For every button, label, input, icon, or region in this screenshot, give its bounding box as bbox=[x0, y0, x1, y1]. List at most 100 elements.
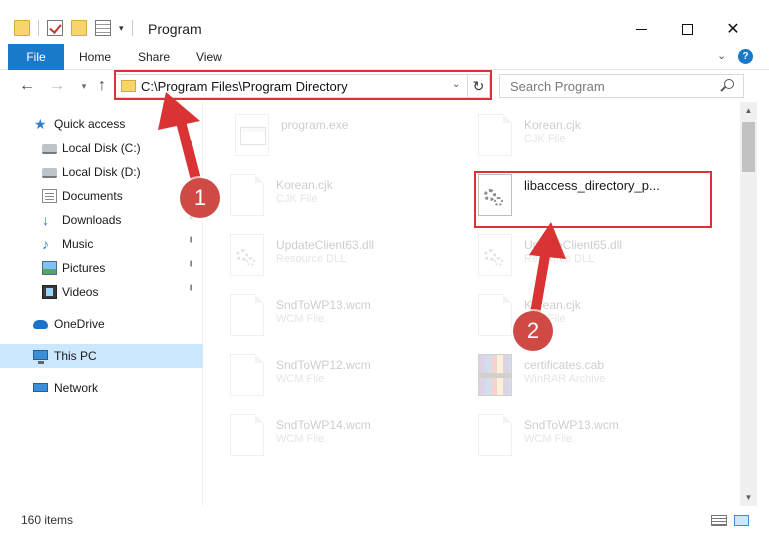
file-item[interactable]: SndToWP13.wcm WCM File bbox=[230, 288, 470, 342]
tab-view[interactable]: View bbox=[184, 44, 234, 70]
file-item[interactable]: UpdateClient65.dll Resource DLL bbox=[478, 228, 718, 282]
quick-access-toolbar: ▾ bbox=[14, 18, 133, 38]
file-name: SndToWP12.wcm bbox=[276, 358, 371, 372]
file-name: SndToWP13.wcm bbox=[276, 298, 371, 312]
sidebar-item-pictures[interactable]: Pictures ╹ bbox=[0, 256, 203, 280]
file-item[interactable]: SndToWP13.wcm WCM File bbox=[478, 408, 718, 462]
file-item[interactable]: SndToWP12.wcm WCM File bbox=[230, 348, 470, 402]
file-item[interactable]: certificates.cab WinRAR Archive bbox=[478, 348, 718, 402]
toolbar-divider bbox=[131, 20, 133, 36]
network-icon bbox=[33, 383, 48, 392]
document-icon bbox=[230, 414, 264, 456]
documents-icon bbox=[42, 189, 57, 203]
pin-icon[interactable]: ╹ bbox=[188, 142, 194, 153]
step-badge-1: 1 bbox=[180, 178, 220, 218]
file-item[interactable]: Korean.cjk CJK File bbox=[230, 168, 470, 222]
file-type: WinRAR Archive bbox=[524, 373, 606, 385]
sidebar-item-label: Music bbox=[62, 237, 94, 251]
videos-icon bbox=[42, 285, 57, 299]
minimize-button[interactable] bbox=[618, 14, 664, 44]
scroll-up-arrow-icon[interactable]: ▲ bbox=[740, 102, 757, 119]
scroll-down-arrow-icon[interactable]: ▼ bbox=[740, 489, 757, 506]
file-type: Resource DLL bbox=[524, 253, 595, 265]
file-highlight-box bbox=[474, 171, 712, 228]
sidebar-item-downloads[interactable]: ↓ Downloads ╹ bbox=[0, 208, 203, 232]
downloads-icon: ↓ bbox=[42, 212, 49, 228]
chevron-down-icon[interactable]: ▾ bbox=[119, 23, 124, 34]
sidebar-item-quick-access[interactable]: ★ Quick access bbox=[0, 112, 203, 136]
title-bar: ▾ Program ✕ bbox=[0, 0, 769, 44]
search-icon[interactable] bbox=[724, 79, 734, 89]
file-name: certificates.cab bbox=[524, 358, 605, 372]
file-item[interactable]: program.exe bbox=[235, 108, 475, 162]
sidebar-item-label: Quick access bbox=[54, 117, 126, 131]
sidebar-item-local-disk-c[interactable]: Local Disk (C:) ╹ bbox=[0, 136, 203, 160]
local-disk-icon bbox=[42, 144, 57, 154]
sidebar-item-this-pc[interactable]: This PC bbox=[0, 344, 203, 368]
file-name: UpdateClient63.dll bbox=[276, 238, 375, 252]
customize-toolbar-icon[interactable] bbox=[95, 20, 111, 36]
file-name: SndToWP14.wcm bbox=[276, 418, 371, 432]
file-name: Korean.cjk bbox=[524, 298, 581, 312]
sidebar-item-label: OneDrive bbox=[54, 317, 105, 331]
file-item[interactable]: Korean.cjk CJK File bbox=[478, 108, 718, 162]
scrollbar-thumb[interactable] bbox=[742, 122, 755, 172]
file-item[interactable]: UpdateClient63.dll Resource DLL bbox=[230, 228, 470, 282]
details-view-icon[interactable] bbox=[711, 515, 727, 526]
sidebar-item-videos[interactable]: Videos ╹ bbox=[0, 280, 203, 304]
maximize-button[interactable] bbox=[664, 14, 710, 44]
help-icon[interactable]: ? bbox=[738, 49, 753, 64]
minimize-icon bbox=[635, 28, 647, 30]
sidebar-item-documents[interactable]: Documents ╹ bbox=[0, 184, 203, 208]
file-item[interactable]: SndToWP14.wcm WCM File bbox=[230, 408, 470, 462]
address-highlight-box bbox=[114, 70, 492, 100]
pin-icon[interactable]: ╹ bbox=[188, 238, 194, 249]
file-type: Resource DLL bbox=[276, 253, 347, 265]
pin-icon[interactable]: ╹ bbox=[188, 286, 194, 297]
vertical-scrollbar[interactable]: ▲ ▼ bbox=[740, 102, 757, 506]
sidebar-item-label: Local Disk (C:) bbox=[62, 141, 141, 155]
file-type: CJK File bbox=[276, 193, 318, 205]
file-type: WCM File bbox=[276, 373, 325, 385]
properties-check-icon[interactable] bbox=[47, 20, 63, 36]
ribbon-tabs: File Home Share View ⌄ ? bbox=[0, 44, 769, 70]
file-name: Korean.cjk bbox=[524, 118, 581, 132]
file-name: Korean.cjk bbox=[276, 178, 333, 192]
close-button[interactable]: ✕ bbox=[710, 14, 756, 44]
tab-home[interactable]: Home bbox=[67, 44, 123, 70]
quick-access-star-icon: ★ bbox=[34, 116, 47, 132]
close-icon: ✕ bbox=[726, 21, 740, 38]
maximize-icon bbox=[681, 23, 693, 35]
new-folder-icon[interactable] bbox=[71, 20, 87, 36]
up-one-level-button[interactable]: ↑ bbox=[92, 76, 112, 96]
file-name: UpdateClient65.dll bbox=[524, 238, 623, 252]
sidebar-item-music[interactable]: ♪ Music ╹ bbox=[0, 232, 203, 256]
file-name: SndToWP13.wcm bbox=[524, 418, 619, 432]
sidebar-item-local-disk-d[interactable]: Local Disk (D:) ╹ bbox=[0, 160, 203, 184]
document-icon bbox=[478, 294, 512, 336]
document-icon bbox=[230, 294, 264, 336]
recent-locations-chevron-icon[interactable]: ▾ bbox=[74, 76, 94, 96]
search-input[interactable]: Search Program bbox=[499, 74, 744, 98]
file-type: WCM File bbox=[276, 433, 325, 445]
tab-share[interactable]: Share bbox=[126, 44, 182, 70]
file-name: program.exe bbox=[281, 118, 349, 132]
document-icon bbox=[230, 354, 264, 396]
tab-file[interactable]: File bbox=[8, 44, 64, 70]
sidebar-item-onedrive[interactable]: OneDrive bbox=[0, 312, 203, 336]
large-icons-view-icon[interactable] bbox=[734, 515, 749, 526]
pin-icon[interactable]: ╹ bbox=[188, 262, 194, 273]
file-type: WCM File bbox=[276, 313, 325, 325]
winrar-archive-icon bbox=[478, 354, 512, 396]
sidebar-item-label: Downloads bbox=[62, 213, 122, 227]
expand-ribbon-chevron-icon[interactable]: ⌄ bbox=[717, 49, 726, 62]
step-badge-2: 2 bbox=[513, 311, 553, 351]
pin-icon[interactable]: ╹ bbox=[188, 166, 194, 177]
dll-gear-icon bbox=[478, 234, 512, 276]
document-icon bbox=[478, 114, 512, 156]
forward-button[interactable]: → bbox=[47, 76, 67, 96]
local-disk-icon bbox=[42, 168, 57, 178]
folder-icon[interactable] bbox=[14, 20, 30, 36]
sidebar-item-network[interactable]: Network bbox=[0, 376, 203, 400]
back-button[interactable]: ← bbox=[17, 76, 37, 96]
